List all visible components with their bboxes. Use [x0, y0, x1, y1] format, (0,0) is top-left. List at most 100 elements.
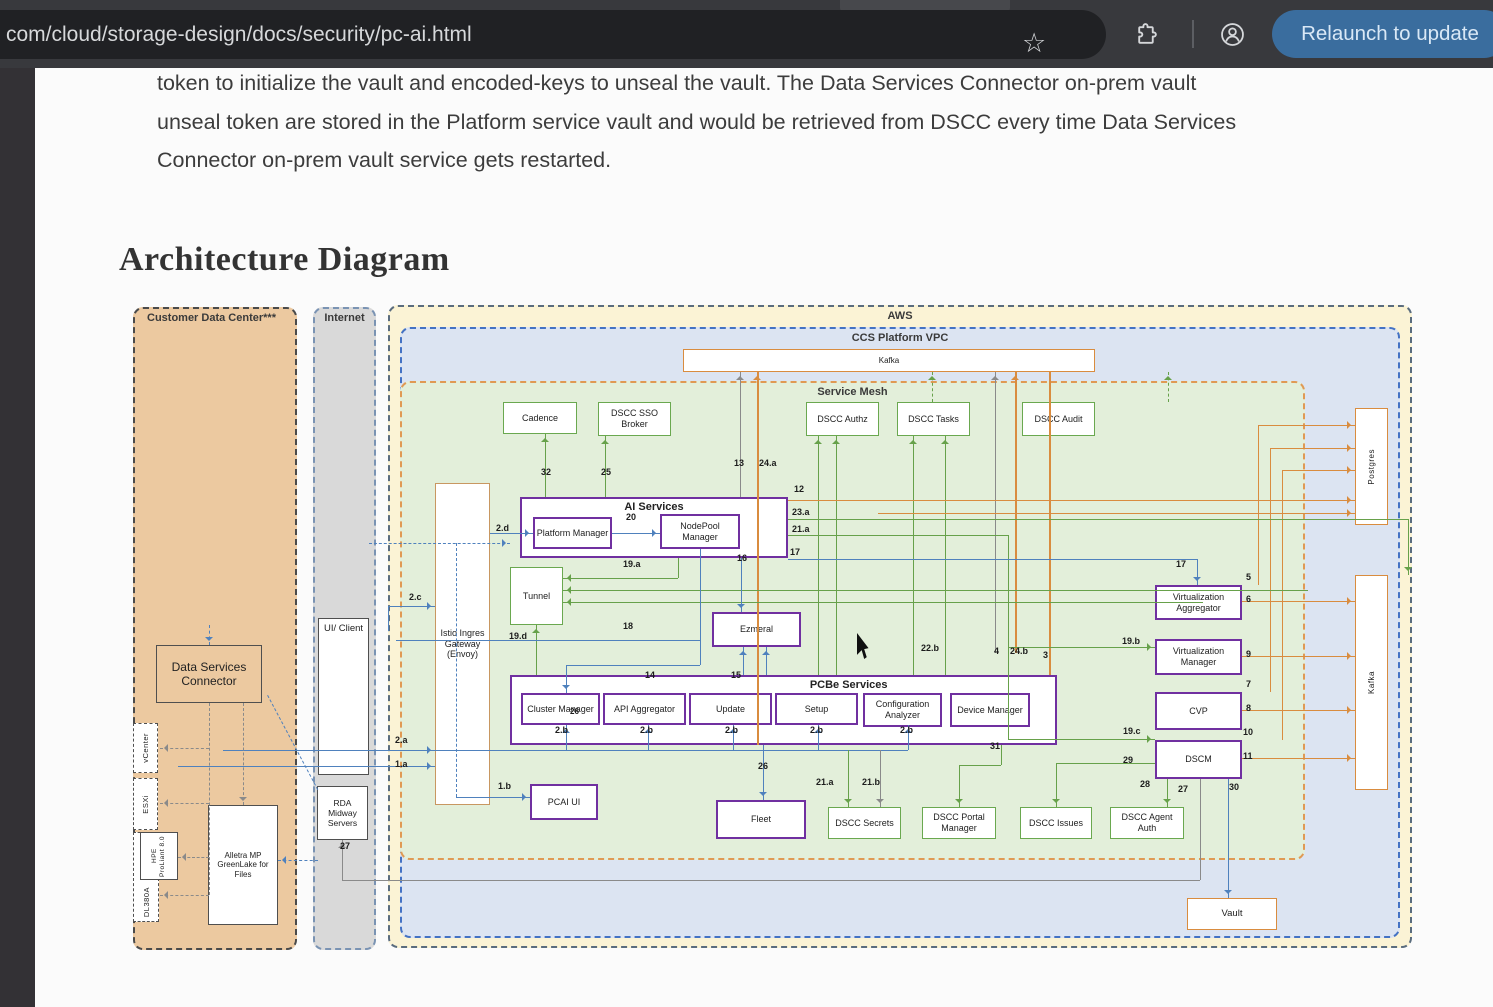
- flow-number-label: 1.a: [395, 759, 408, 769]
- kafka-right-label: Kafka: [1367, 671, 1377, 694]
- kafka-bar-label: Kafka: [879, 356, 899, 366]
- address-bar[interactable]: com/cloud/storage-design/docs/security/p…: [0, 10, 1106, 59]
- flow-number-label: 8: [1246, 703, 1251, 713]
- vcenter-label: vCenter: [141, 733, 150, 763]
- flow-number-label: 21.a: [792, 524, 810, 534]
- node-pcai-ui: PCAI UI: [530, 784, 598, 820]
- flow-number-label: 29: [1123, 755, 1133, 765]
- node-postgres: Postgres: [1355, 408, 1388, 525]
- browser-toolbar: com/cloud/storage-design/docs/security/p…: [0, 0, 1493, 68]
- aws-label: AWS: [887, 310, 912, 322]
- flow-number-label: 2.c: [409, 592, 422, 602]
- dscc-audit-label: DSCC Audit: [1034, 414, 1082, 425]
- node-api-aggregator: API Aggregator: [603, 693, 686, 725]
- flow-number-label: 21.a: [816, 777, 834, 787]
- update-label: Update: [716, 704, 745, 715]
- flow-number-label: 22.b: [921, 643, 939, 653]
- customer-data-center-label: Customer Data Center***: [147, 312, 276, 324]
- flow-number-label: 13: [734, 458, 744, 468]
- ui-client-label: UI/ Client: [324, 623, 363, 634]
- hpe-proliant-label: HPE ProLiant 8.0: [151, 834, 167, 878]
- flow-number-label: 31: [990, 741, 1000, 751]
- alletra-mp-greenlake-label: Alletra MP GreenLake for Files: [210, 851, 276, 880]
- dscm-label: DSCM: [1185, 754, 1212, 765]
- flow-number-label: 27: [1178, 784, 1188, 794]
- profile-icon[interactable]: [1214, 16, 1250, 52]
- flow-number-label: 26: [758, 761, 768, 771]
- esxi-label: ESXi: [141, 795, 150, 814]
- flow-number-label: 19.d: [509, 631, 527, 641]
- setup-label: Setup: [805, 704, 829, 715]
- rda-midway-servers-label: RDA Midway Servers: [319, 798, 366, 829]
- node-istio-ingress-gateway: Istio Ingres Gateway (Envoy): [435, 483, 490, 805]
- node-rda-midway-servers: RDA Midway Servers: [317, 786, 368, 840]
- flow-number-label: 28: [1140, 779, 1150, 789]
- page-title: Architecture Diagram: [119, 241, 450, 279]
- relaunch-to-update-button[interactable]: Relaunch to update: [1272, 10, 1493, 58]
- paragraph-line: Connector on-prem vault service gets res…: [157, 141, 1447, 180]
- node-kafka-right: Kafka: [1355, 575, 1388, 790]
- paragraph-line: unseal token are stored in the Platform …: [157, 103, 1447, 142]
- flow-number-label: 27: [340, 841, 350, 851]
- flow-number-label: 7: [1246, 679, 1251, 689]
- flow-number-label: 24.a: [759, 458, 777, 468]
- service-mesh-label: Service Mesh: [817, 386, 887, 398]
- cluster-manager-label: Cluster Manager: [527, 704, 594, 715]
- virtualization-aggregator-label: Virtualization Aggregator: [1158, 592, 1239, 614]
- node-dscc-sso-broker: DSCC SSO Broker: [598, 402, 671, 436]
- configuration-analyzer-label: Configuration Analyzer: [866, 699, 939, 721]
- flow-number-label: 19.a: [623, 559, 641, 569]
- bookmark-star-icon[interactable]: ☆: [1022, 24, 1046, 62]
- extensions-icon[interactable]: [1128, 16, 1164, 52]
- pcai-ui-label: PCAI UI: [548, 797, 581, 808]
- flow-number-label: 21.b: [862, 777, 880, 787]
- data-services-connector-label: Data Services Connector: [158, 660, 260, 689]
- node-update: Update: [689, 693, 772, 725]
- node-dscc-audit: DSCC Audit: [1022, 402, 1095, 436]
- flow-number-label: 2.d: [496, 523, 509, 533]
- flow-number-label: 4: [994, 646, 999, 656]
- node-dscc-secrets: DSCC Secrets: [828, 807, 901, 839]
- cadence-label: Cadence: [522, 413, 558, 424]
- node-setup: Setup: [775, 693, 858, 725]
- dscc-authz-label: DSCC Authz: [817, 414, 868, 425]
- flow-number-label: 6: [1246, 594, 1251, 604]
- flow-number-label: 15: [731, 670, 741, 680]
- node-dscc-portal-manager: DSCC Portal Manager: [922, 807, 996, 839]
- dscc-sso-broker-label: DSCC SSO Broker: [600, 408, 669, 430]
- flow-number-label: 2.b: [555, 725, 568, 735]
- node-virtualization-manager: Virtualization Manager: [1155, 639, 1242, 675]
- api-aggregator-label: API Aggregator: [614, 704, 675, 715]
- flow-number-label: 10: [1243, 727, 1253, 737]
- node-ezmeral: Ezmeral: [712, 612, 801, 647]
- node-dscm: DSCM: [1155, 740, 1242, 779]
- platform-manager-label: Platform Manager: [537, 528, 609, 539]
- fleet-label: Fleet: [751, 814, 771, 825]
- node-data-services-connector: Data Services Connector: [156, 645, 262, 703]
- flow-number-label: 1.b: [498, 781, 511, 791]
- node-alletra-mp-greenlake: Alletra MP GreenLake for Files: [208, 805, 278, 925]
- vault-label: Vault: [1222, 908, 1243, 919]
- flow-number-label: 32: [541, 467, 551, 477]
- flow-number-label: 2.b: [640, 725, 653, 735]
- cvp-label: CVP: [1189, 706, 1208, 717]
- dscc-secrets-label: DSCC Secrets: [835, 818, 894, 829]
- flow-number-label: 2.b: [725, 725, 738, 735]
- node-fleet: Fleet: [716, 800, 806, 839]
- url-text[interactable]: com/cloud/storage-design/docs/security/p…: [6, 10, 472, 59]
- paragraph-line: token to initialize the vault and encode…: [157, 64, 1447, 103]
- node-dscc-tasks: DSCC Tasks: [897, 402, 970, 436]
- dl380a-label: DL380A: [142, 887, 151, 917]
- flow-number-label: 19.c: [1123, 726, 1141, 736]
- flow-number-label: 3: [1043, 650, 1048, 660]
- node-configuration-analyzer: Configuration Analyzer: [863, 693, 942, 727]
- flow-number-label: 19.b: [1122, 636, 1140, 646]
- flow-number-label: 12: [794, 484, 804, 494]
- node-hpe-proliant: HPE ProLiant 8.0: [140, 832, 178, 880]
- postgres-label: Postgres: [1367, 449, 1377, 485]
- node-nodepool-manager: NodePool Manager: [660, 514, 740, 549]
- toolbar-divider: [1192, 20, 1194, 48]
- flow-number-label: 20: [626, 512, 636, 522]
- flow-number-label: 17: [1176, 559, 1186, 569]
- flow-number-label: 2.b: [810, 725, 823, 735]
